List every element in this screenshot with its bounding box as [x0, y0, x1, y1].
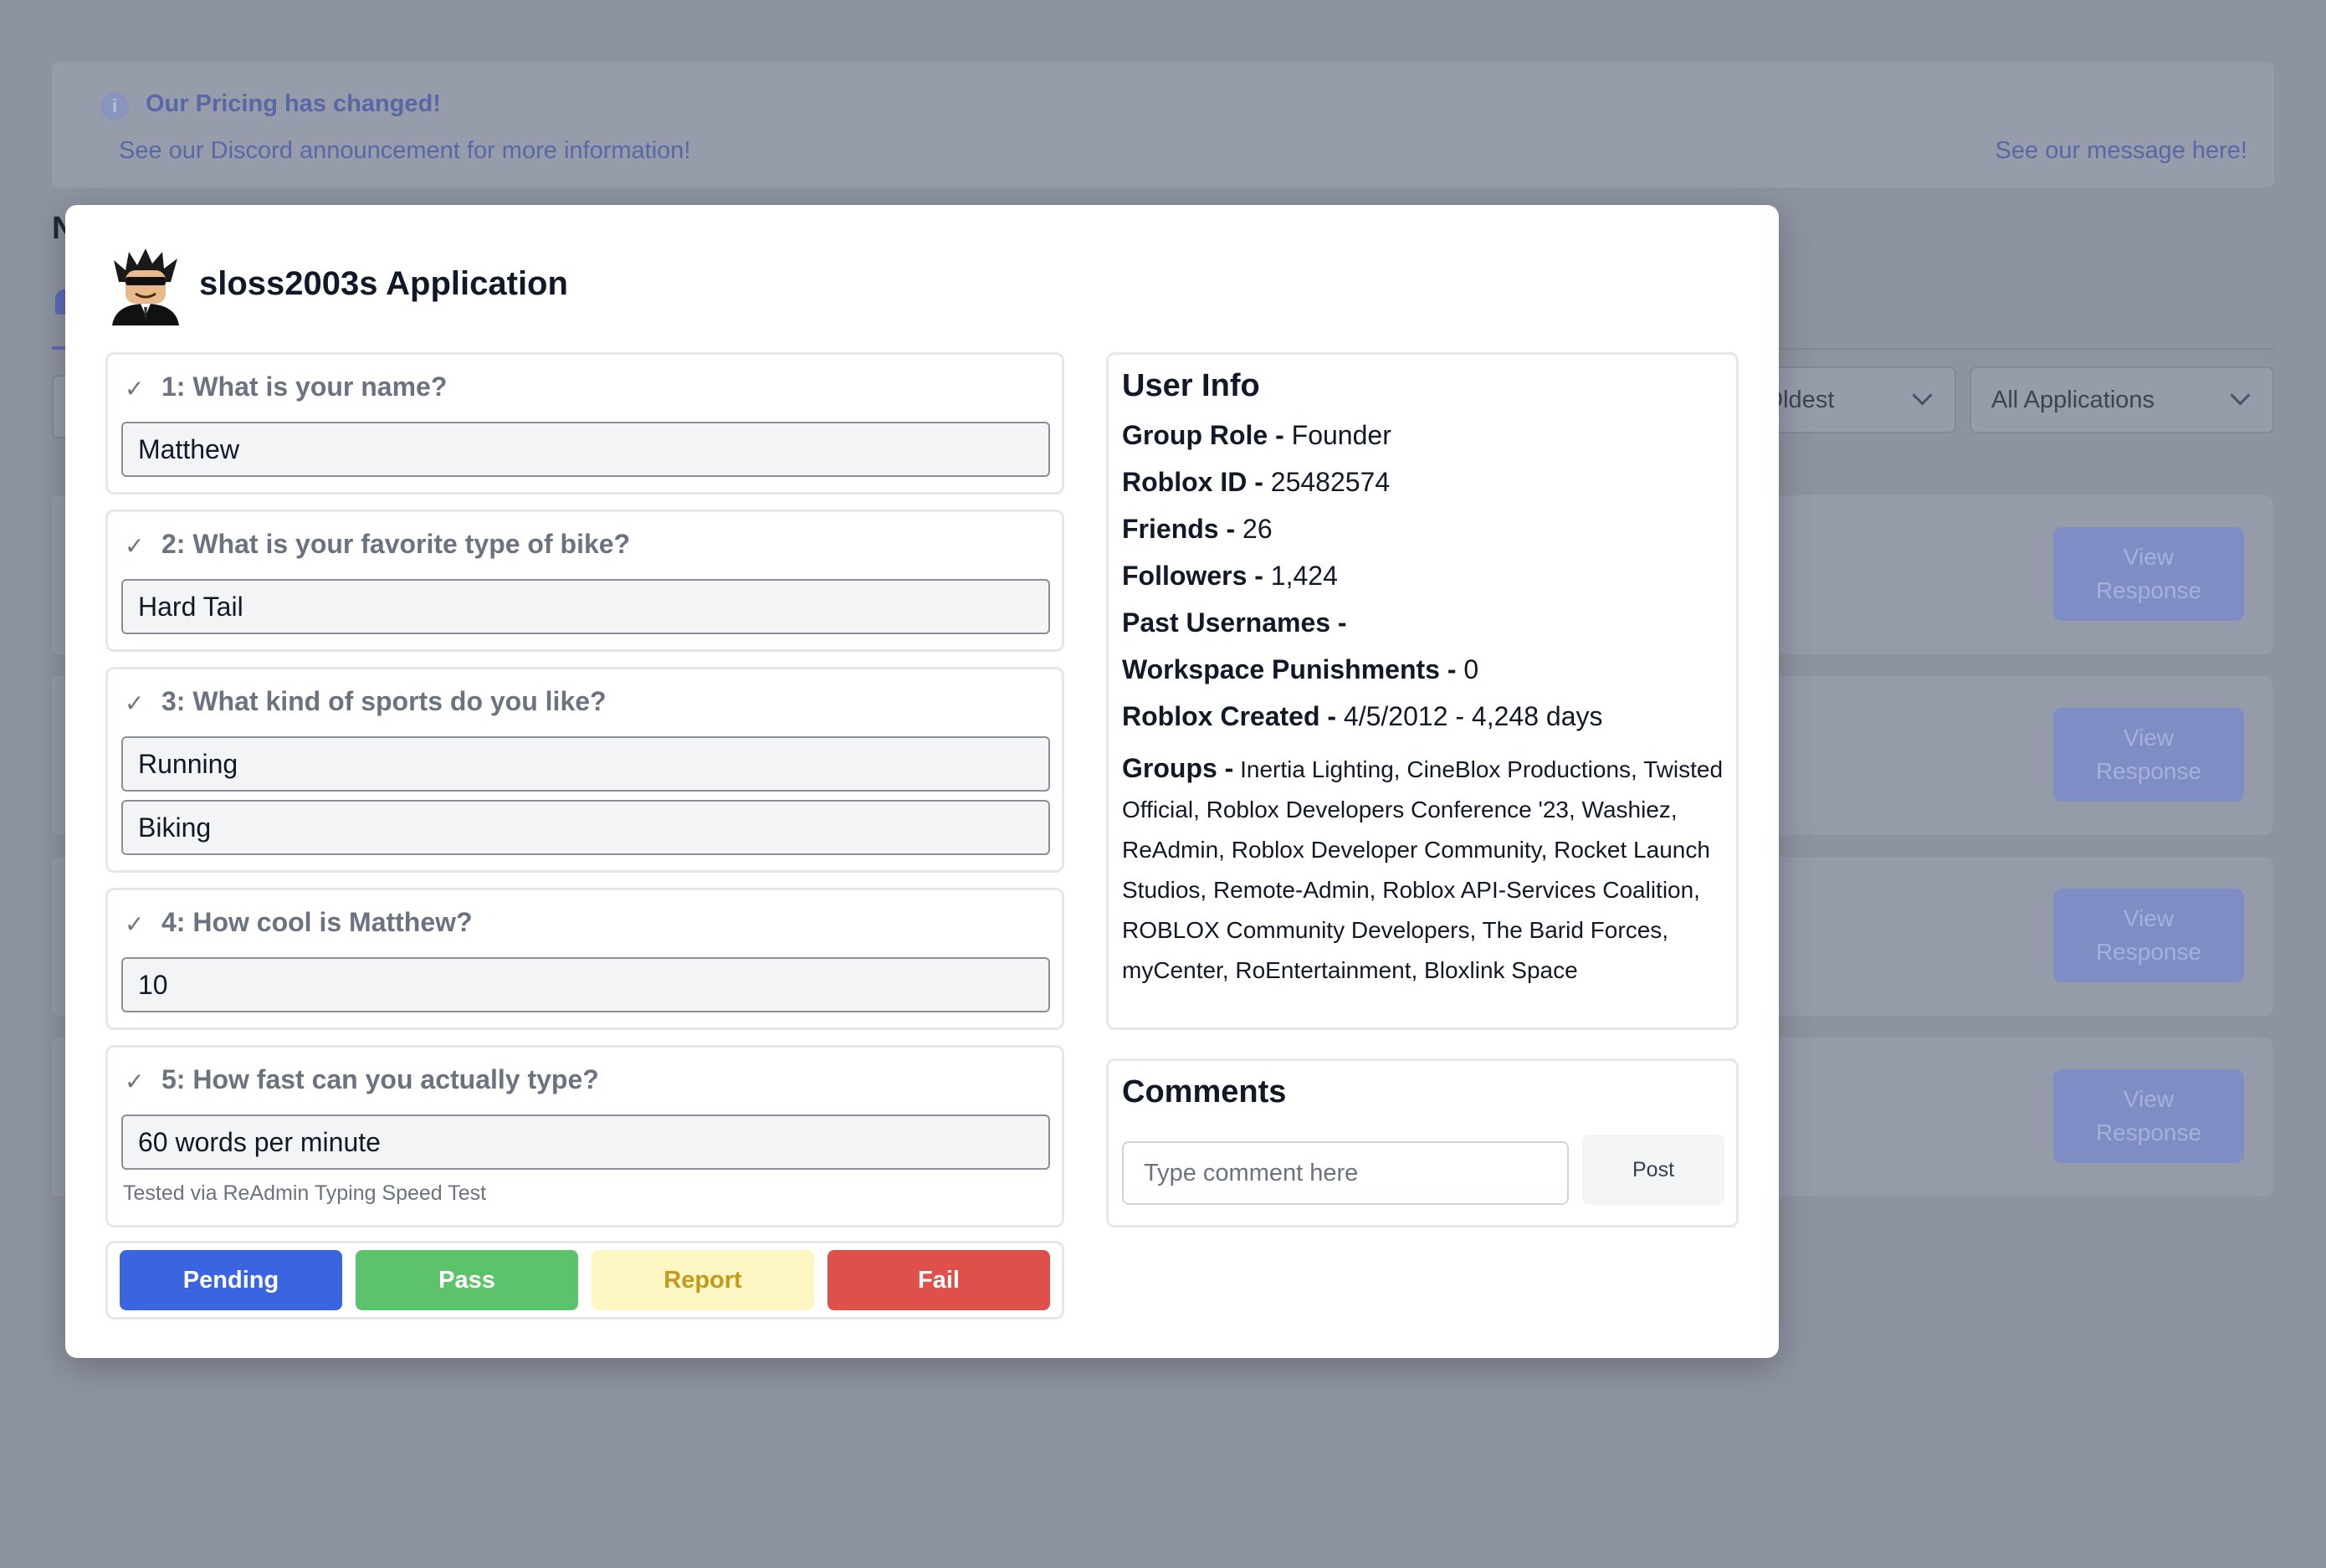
friends-row: Friends - 26: [1122, 514, 1273, 545]
answer-field: Hard Tail: [121, 579, 1050, 634]
check-icon: ✓: [125, 376, 145, 402]
chevron-down-icon: [2230, 385, 2251, 406]
filter-select[interactable]: All Applications: [1970, 366, 2274, 433]
followers-row: Followers - 1,424: [1122, 561, 1338, 592]
punishments-row: Workspace Punishments - 0: [1122, 654, 1478, 685]
status-actions: Pending Pass Report Fail: [105, 1241, 1064, 1319]
question-card: ✓ 1: What is your name? Matthew: [105, 352, 1064, 494]
question-card: ✓ 4: How cool is Matthew? 10: [105, 888, 1064, 1030]
group-role-label: Group Role -: [1122, 420, 1284, 450]
comment-input[interactable]: Type comment here: [1122, 1141, 1569, 1205]
past-usernames-label: Past Usernames -: [1122, 607, 1347, 638]
report-button[interactable]: Report: [592, 1250, 814, 1310]
followers-value: 1,424: [1270, 561, 1338, 591]
friends-label: Friends -: [1122, 514, 1236, 544]
question-label: 3: What kind of sports do you like?: [161, 686, 607, 716]
banner-title: Our Pricing has changed!: [146, 90, 441, 117]
group-role-value: Founder: [1291, 420, 1391, 450]
answer-field: 10: [121, 957, 1050, 1012]
view-response-label: View Response: [2095, 1086, 2202, 1145]
check-icon: ✓: [125, 533, 145, 559]
answer-field: Biking: [121, 800, 1050, 855]
created-label: Roblox Created -: [1122, 701, 1337, 731]
roblox-id-row: Roblox ID - 25482574: [1122, 467, 1390, 498]
banner-subtitle-link[interactable]: See our Discord announcement for more in…: [119, 137, 690, 165]
groups-label: Groups -: [1122, 753, 1234, 783]
user-info-panel: User Info Group Role - Founder Roblox ID…: [1106, 352, 1739, 1030]
question-card: ✓ 5: How fast can you actually type? 60 …: [105, 1045, 1064, 1227]
chevron-down-icon: [1912, 385, 1933, 406]
punishments-value: 0: [1463, 654, 1479, 684]
comments-panel: Comments Type comment here Post: [1106, 1058, 1739, 1227]
roblox-id-value: 25482574: [1270, 467, 1391, 497]
user-info-title: User Info: [1122, 368, 1260, 403]
answer-field: Running: [121, 736, 1050, 792]
past-usernames-row: Past Usernames -: [1122, 607, 1347, 638]
avatar: [112, 249, 179, 325]
view-response-label: View Response: [2095, 544, 2202, 603]
comments-title: Comments: [1122, 1074, 1287, 1109]
punishments-label: Workspace Punishments -: [1122, 654, 1457, 684]
followers-label: Followers -: [1122, 561, 1263, 591]
answer-field: 60 words per minute: [121, 1115, 1050, 1170]
filter-select-value: All Applications: [1991, 387, 2155, 413]
view-response-label: View Response: [2095, 905, 2202, 965]
pass-button[interactable]: Pass: [356, 1250, 578, 1310]
view-response-button[interactable]: View Response: [2053, 708, 2244, 802]
modal-title: sloss2003s Application: [199, 265, 568, 302]
answer-field: Matthew: [121, 422, 1050, 477]
view-response-button[interactable]: View Response: [2053, 889, 2244, 982]
question-label: 1: What is your name?: [161, 372, 448, 402]
groups-value: Inertia Lighting, CineBlox Productions, …: [1122, 756, 1724, 983]
post-button[interactable]: Post: [1582, 1135, 1724, 1205]
pricing-banner: i Our Pricing has changed! See our Disco…: [52, 62, 2274, 187]
pending-button[interactable]: Pending: [120, 1250, 342, 1310]
question-label: 4: How cool is Matthew?: [161, 907, 473, 937]
question-label: 2: What is your favorite type of bike?: [161, 529, 631, 559]
application-modal: sloss2003s Application ✓ 1: What is your…: [65, 205, 1779, 1358]
view-response-button[interactable]: View Response: [2053, 527, 2244, 621]
friends-value: 26: [1242, 514, 1273, 544]
view-response-button[interactable]: View Response: [2053, 1069, 2244, 1163]
fail-button[interactable]: Fail: [827, 1250, 1050, 1310]
created-row: Roblox Created - 4/5/2012 - 4,248 days: [1122, 701, 1602, 732]
view-response-label: View Response: [2095, 725, 2202, 784]
check-icon: ✓: [125, 1068, 145, 1094]
answer-note: Tested via ReAdmin Typing Speed Test: [123, 1181, 487, 1205]
roblox-id-label: Roblox ID -: [1122, 467, 1263, 497]
check-icon: ✓: [125, 690, 145, 716]
question-card: ✓ 3: What kind of sports do you like? Ru…: [105, 667, 1064, 873]
groups-row: Groups - Inertia Lighting, CineBlox Prod…: [1122, 748, 1724, 991]
question-card: ✓ 2: What is your favorite type of bike?…: [105, 510, 1064, 652]
created-value: 4/5/2012 - 4,248 days: [1343, 701, 1603, 731]
banner-message-link[interactable]: See our message here!: [1996, 137, 2247, 165]
check-icon: ✓: [125, 911, 145, 937]
group-role-row: Group Role - Founder: [1122, 420, 1391, 451]
info-icon: i: [100, 92, 129, 120]
question-label: 5: How fast can you actually type?: [161, 1064, 599, 1094]
